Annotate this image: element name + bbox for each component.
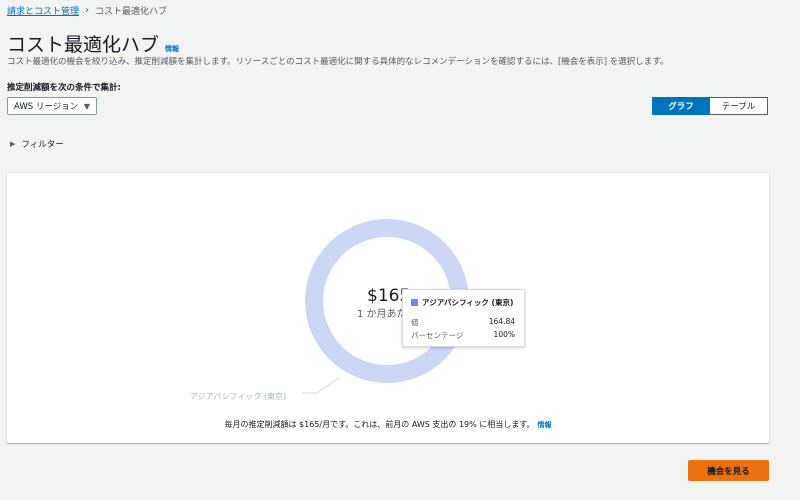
tooltip-header: アジアパシフィック (東京) (411, 297, 513, 308)
savings-footnote: 毎月の推定削減額は $165/月です。これは、前月の AWS 支出の 19% に… (7, 419, 769, 430)
page-header: コスト最適化ハブ 情報 (7, 30, 179, 57)
tooltip-percent-label: パーセンテージ (411, 331, 464, 340)
tooltip-percent: 100% (493, 330, 515, 339)
group-by-selected-value: AWS リージョン (14, 102, 79, 112)
chevron-right-icon: › (85, 5, 90, 16)
breadcrumb-current: コスト最適化ハブ (95, 7, 168, 17)
group-by-select[interactable]: AWS リージョン ▼ (7, 97, 97, 115)
chart-tooltip: アジアパシフィック (東京) 値 164.84 パーセンテージ 100% (402, 289, 525, 347)
group-by-label: 推定削減額を次の条件で集計: (7, 83, 121, 93)
savings-footnote-text: 毎月の推定削減額は $165/月です。これは、前月の AWS 支出の 19% に… (224, 420, 535, 429)
tooltip-value-row: 値 164.84 (411, 317, 515, 328)
view-toggle: グラフ テーブル (652, 97, 768, 115)
slice-label: アジアパシフィック (東京) (190, 392, 287, 401)
graph-view-button[interactable]: グラフ (652, 97, 710, 115)
breadcrumb-billing-link[interactable]: 請求とコスト管理 (7, 4, 79, 17)
footnote-info-link[interactable]: 情報 (537, 421, 551, 429)
slice-leader-line (302, 377, 340, 394)
page-title: コスト最適化ハブ (7, 34, 160, 56)
breadcrumb: 請求とコスト管理 › コスト最適化ハブ (7, 4, 167, 17)
filter-expander[interactable]: ▶ フィルター (10, 138, 64, 150)
tooltip-value: 164.84 (488, 317, 515, 326)
title-info-link[interactable]: 情報 (165, 44, 179, 54)
caret-down-icon: ▼ (83, 101, 90, 111)
caret-right-icon: ▶ (10, 140, 16, 148)
legend-swatch (411, 299, 418, 306)
filter-label: フィルター (21, 140, 64, 150)
view-opportunities-button[interactable]: 機会を見る (688, 460, 769, 481)
page-description: コスト最適化の機会を絞り込み、推定削減額を集計します。リソースごとのコスト最適化… (7, 57, 669, 67)
tooltip-title: アジアパシフィック (東京) (422, 298, 514, 307)
tooltip-value-label: 値 (411, 318, 419, 327)
chart-container: $165 1 か月あたり アジアパシフィック (東京) アジアパシフィック (東… (7, 173, 769, 443)
tooltip-percent-row: パーセンテージ 100% (411, 330, 515, 341)
table-view-button[interactable]: テーブル (710, 97, 768, 115)
